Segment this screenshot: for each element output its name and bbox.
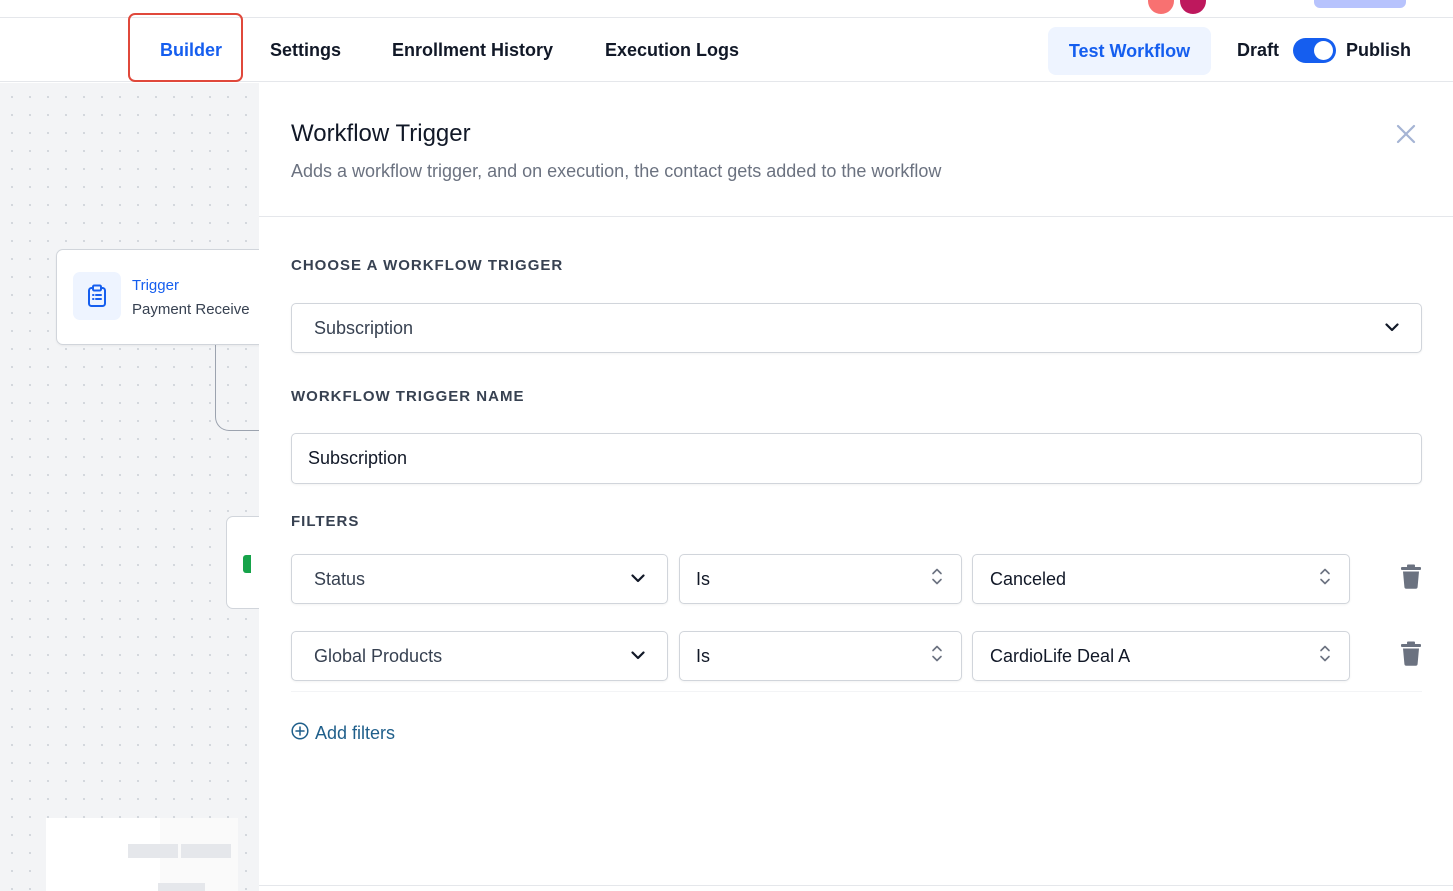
- trigger-type-select[interactable]: Subscription: [291, 303, 1422, 353]
- action-node-icon: [243, 555, 251, 573]
- trigger-name-label: WORKFLOW TRIGGER NAME: [291, 388, 525, 405]
- trigger-node[interactable]: Trigger Payment Receive: [56, 249, 259, 345]
- avatar[interactable]: [1148, 0, 1174, 14]
- minimap-block: [158, 883, 205, 891]
- publish-label: Publish: [1346, 39, 1412, 60]
- clipboard-list-icon: [73, 272, 121, 320]
- chevron-down-icon: [1385, 319, 1399, 337]
- filter-value-text: CardioLife Deal A: [990, 645, 1131, 666]
- workflow-canvas[interactable]: Trigger Payment Receive: [0, 83, 259, 891]
- add-filters-button[interactable]: Add filters: [291, 722, 395, 745]
- workflow-trigger-panel: Workflow Trigger Adds a workflow trigger…: [259, 83, 1453, 891]
- plus-circle-icon: [291, 722, 309, 745]
- minimap-block: [128, 844, 178, 858]
- panel-header: Workflow Trigger Adds a workflow trigger…: [259, 83, 1453, 217]
- filter-field-select[interactable]: Status: [291, 554, 668, 604]
- action-node[interactable]: [226, 516, 259, 609]
- chevron-up-down-icon: [931, 644, 943, 669]
- filter-field-value: Status: [314, 568, 366, 589]
- minimap-block: [181, 844, 231, 858]
- filter-operator-select[interactable]: Is: [679, 554, 962, 604]
- panel-description: Adds a workflow trigger, and on executio…: [291, 161, 942, 181]
- chevron-up-down-icon: [1319, 567, 1331, 592]
- tab-enrollment-history[interactable]: Enrollment History: [392, 18, 553, 82]
- filter-operator-value: Is: [696, 645, 711, 666]
- connector-line: [215, 345, 259, 431]
- filter-value-select[interactable]: Canceled: [972, 554, 1350, 604]
- publish-toggle[interactable]: [1293, 38, 1336, 63]
- trigger-node-title: Trigger: [132, 277, 179, 294]
- chevron-down-icon: [631, 570, 645, 588]
- panel-title: Workflow Trigger: [291, 120, 471, 147]
- filter-field-value: Global Products: [314, 645, 443, 666]
- trigger-node-subtitle: Payment Receive: [132, 301, 250, 318]
- trigger-name-input[interactable]: Subscription: [291, 433, 1422, 484]
- filter-value-text: Canceled: [990, 568, 1067, 589]
- chevron-down-icon: [631, 647, 645, 665]
- chevron-up-down-icon: [1319, 644, 1331, 669]
- trigger-type-value: Subscription: [314, 317, 414, 338]
- panel-footer-divider: [259, 885, 1453, 886]
- filter-field-select[interactable]: Global Products: [291, 631, 668, 681]
- add-filters-label: Add filters: [315, 723, 396, 743]
- draft-label: Draft: [1237, 39, 1280, 60]
- top-action-button[interactable]: [1314, 0, 1406, 8]
- toggle-knob: [1314, 41, 1333, 60]
- close-icon[interactable]: [1395, 123, 1417, 145]
- avatar[interactable]: [1180, 0, 1206, 14]
- trigger-name-value: Subscription: [308, 448, 408, 468]
- choose-trigger-label: CHOOSE A WORKFLOW TRIGGER: [291, 257, 564, 274]
- filter-value-select[interactable]: CardioLife Deal A: [972, 631, 1350, 681]
- workflow-nav-bar: Builder Settings Enrollment History Exec…: [0, 13, 1453, 82]
- tab-settings[interactable]: Settings: [270, 18, 341, 82]
- filter-operator-value: Is: [696, 568, 711, 589]
- test-workflow-button[interactable]: Test Workflow: [1048, 27, 1211, 75]
- trash-icon[interactable]: [1400, 641, 1422, 671]
- trash-icon[interactable]: [1400, 564, 1422, 594]
- tab-execution-logs[interactable]: Execution Logs: [605, 18, 739, 82]
- tab-builder[interactable]: Builder: [160, 18, 222, 82]
- chevron-up-down-icon: [931, 567, 943, 592]
- filter-operator-select[interactable]: Is: [679, 631, 962, 681]
- top-strip: [0, 0, 1453, 18]
